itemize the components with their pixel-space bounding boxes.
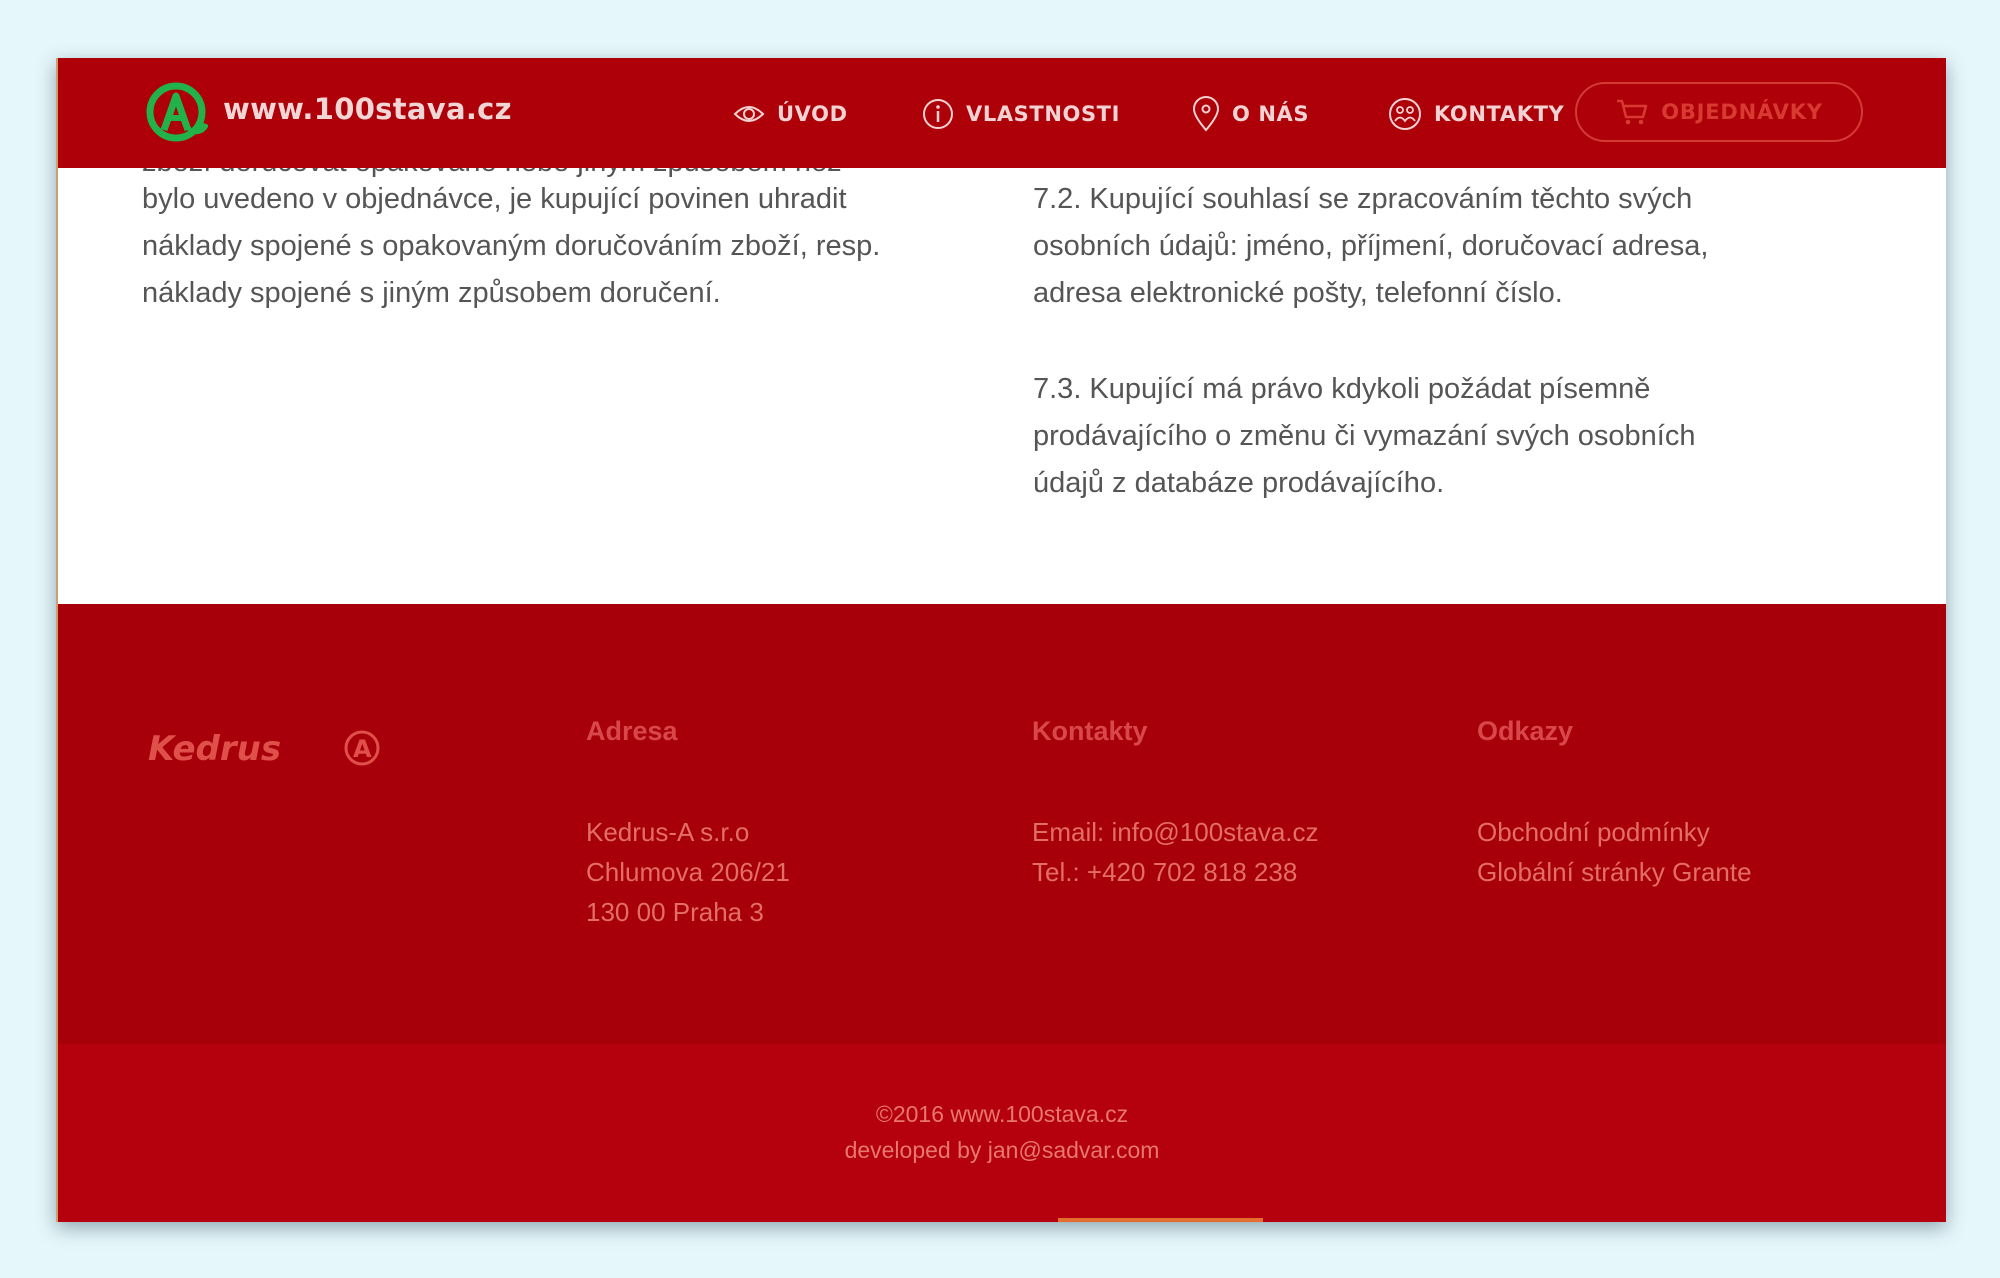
nav-label: ÚVOD xyxy=(777,102,848,126)
terms-content: zboží doručovat opakovaně nebo jiným způ… xyxy=(58,168,1946,604)
nav-kontakty[interactable]: KONTAKTY xyxy=(1388,94,1564,134)
contact-phone[interactable]: Tel.: +420 702 818 238 xyxy=(1032,852,1319,892)
logo-icon[interactable] xyxy=(146,80,208,144)
site-name[interactable]: www.100stava.cz xyxy=(223,92,512,126)
people-icon xyxy=(1389,98,1421,130)
top-navbar: www.100stava.cz ÚVOD VLASTNOSTI O NÁS KO… xyxy=(58,58,1946,168)
eye-icon xyxy=(733,106,765,122)
address-city: 130 00 Praha 3 xyxy=(586,897,764,927)
orders-label: OBJEDNÁVKY xyxy=(1661,100,1823,124)
copyright-bar: ©2016 www.100stava.cz developed by jan@s… xyxy=(58,1044,1946,1222)
address-company: Kedrus-A s.r.o xyxy=(586,817,750,847)
paragraph-7-2: 7.2. Kupující souhlasí se zpracováním tě… xyxy=(1033,183,1709,309)
scroll-accent-bar xyxy=(1058,1218,1263,1222)
nav-label: O NÁS xyxy=(1232,102,1310,126)
svg-text:A: A xyxy=(353,735,372,763)
copyright-text: ©2016 www.100stava.cz developed by jan@s… xyxy=(58,1096,1946,1168)
address-heading: Adresa xyxy=(586,716,678,746)
cart-icon xyxy=(1617,99,1648,125)
nav-label: KONTAKTY xyxy=(1434,102,1565,126)
nav-label: VLASTNOSTI xyxy=(966,102,1121,126)
brand-text: Kedrus xyxy=(148,729,281,769)
link-terms[interactable]: Obchodní podmínky xyxy=(1477,812,1752,852)
contacts-lines: Email: info@100stava.cz Tel.: +420 702 8… xyxy=(1032,812,1319,892)
kedrus-logo[interactable]: Kedrus A xyxy=(148,724,388,772)
nav-uvod[interactable]: ÚVOD xyxy=(733,94,848,134)
links-list: Obchodní podmínky Globální stránky Grant… xyxy=(1477,812,1752,892)
link-grante[interactable]: Globální stránky Grante xyxy=(1477,852,1752,892)
contacts-heading: Kontakty xyxy=(1032,716,1148,746)
copyright-line: ©2016 www.100stava.cz xyxy=(875,1101,1129,1127)
left-paragraph: bylo uvedeno v objednávce, je kupující p… xyxy=(142,183,881,309)
developer-line[interactable]: developed by jan@sadvar.com xyxy=(58,1132,1946,1168)
address-lines: Kedrus-A s.r.o Chlumova 206/21 130 00 Pr… xyxy=(586,812,790,932)
browser-viewport: www.100stava.cz ÚVOD VLASTNOSTI O NÁS KO… xyxy=(56,58,1946,1222)
footer: Kedrus A Adresa Kedrus-A s.r.o Chlumova … xyxy=(58,604,1946,1044)
contact-email[interactable]: Email: info@100stava.cz xyxy=(1032,812,1319,852)
info-icon xyxy=(923,99,953,129)
links-heading: Odkazy xyxy=(1477,716,1574,746)
address-street: Chlumova 206/21 xyxy=(586,857,790,887)
nav-vlastnosti[interactable]: VLASTNOSTI xyxy=(922,94,1120,134)
paragraph-7-3: 7.3. Kupující má právo kdykoli požádat p… xyxy=(1033,373,1696,499)
nav-o-nas[interactable]: O NÁS xyxy=(1192,94,1309,134)
orders-button[interactable]: OBJEDNÁVKY xyxy=(1575,82,1863,142)
map-pin-icon xyxy=(1192,96,1220,132)
